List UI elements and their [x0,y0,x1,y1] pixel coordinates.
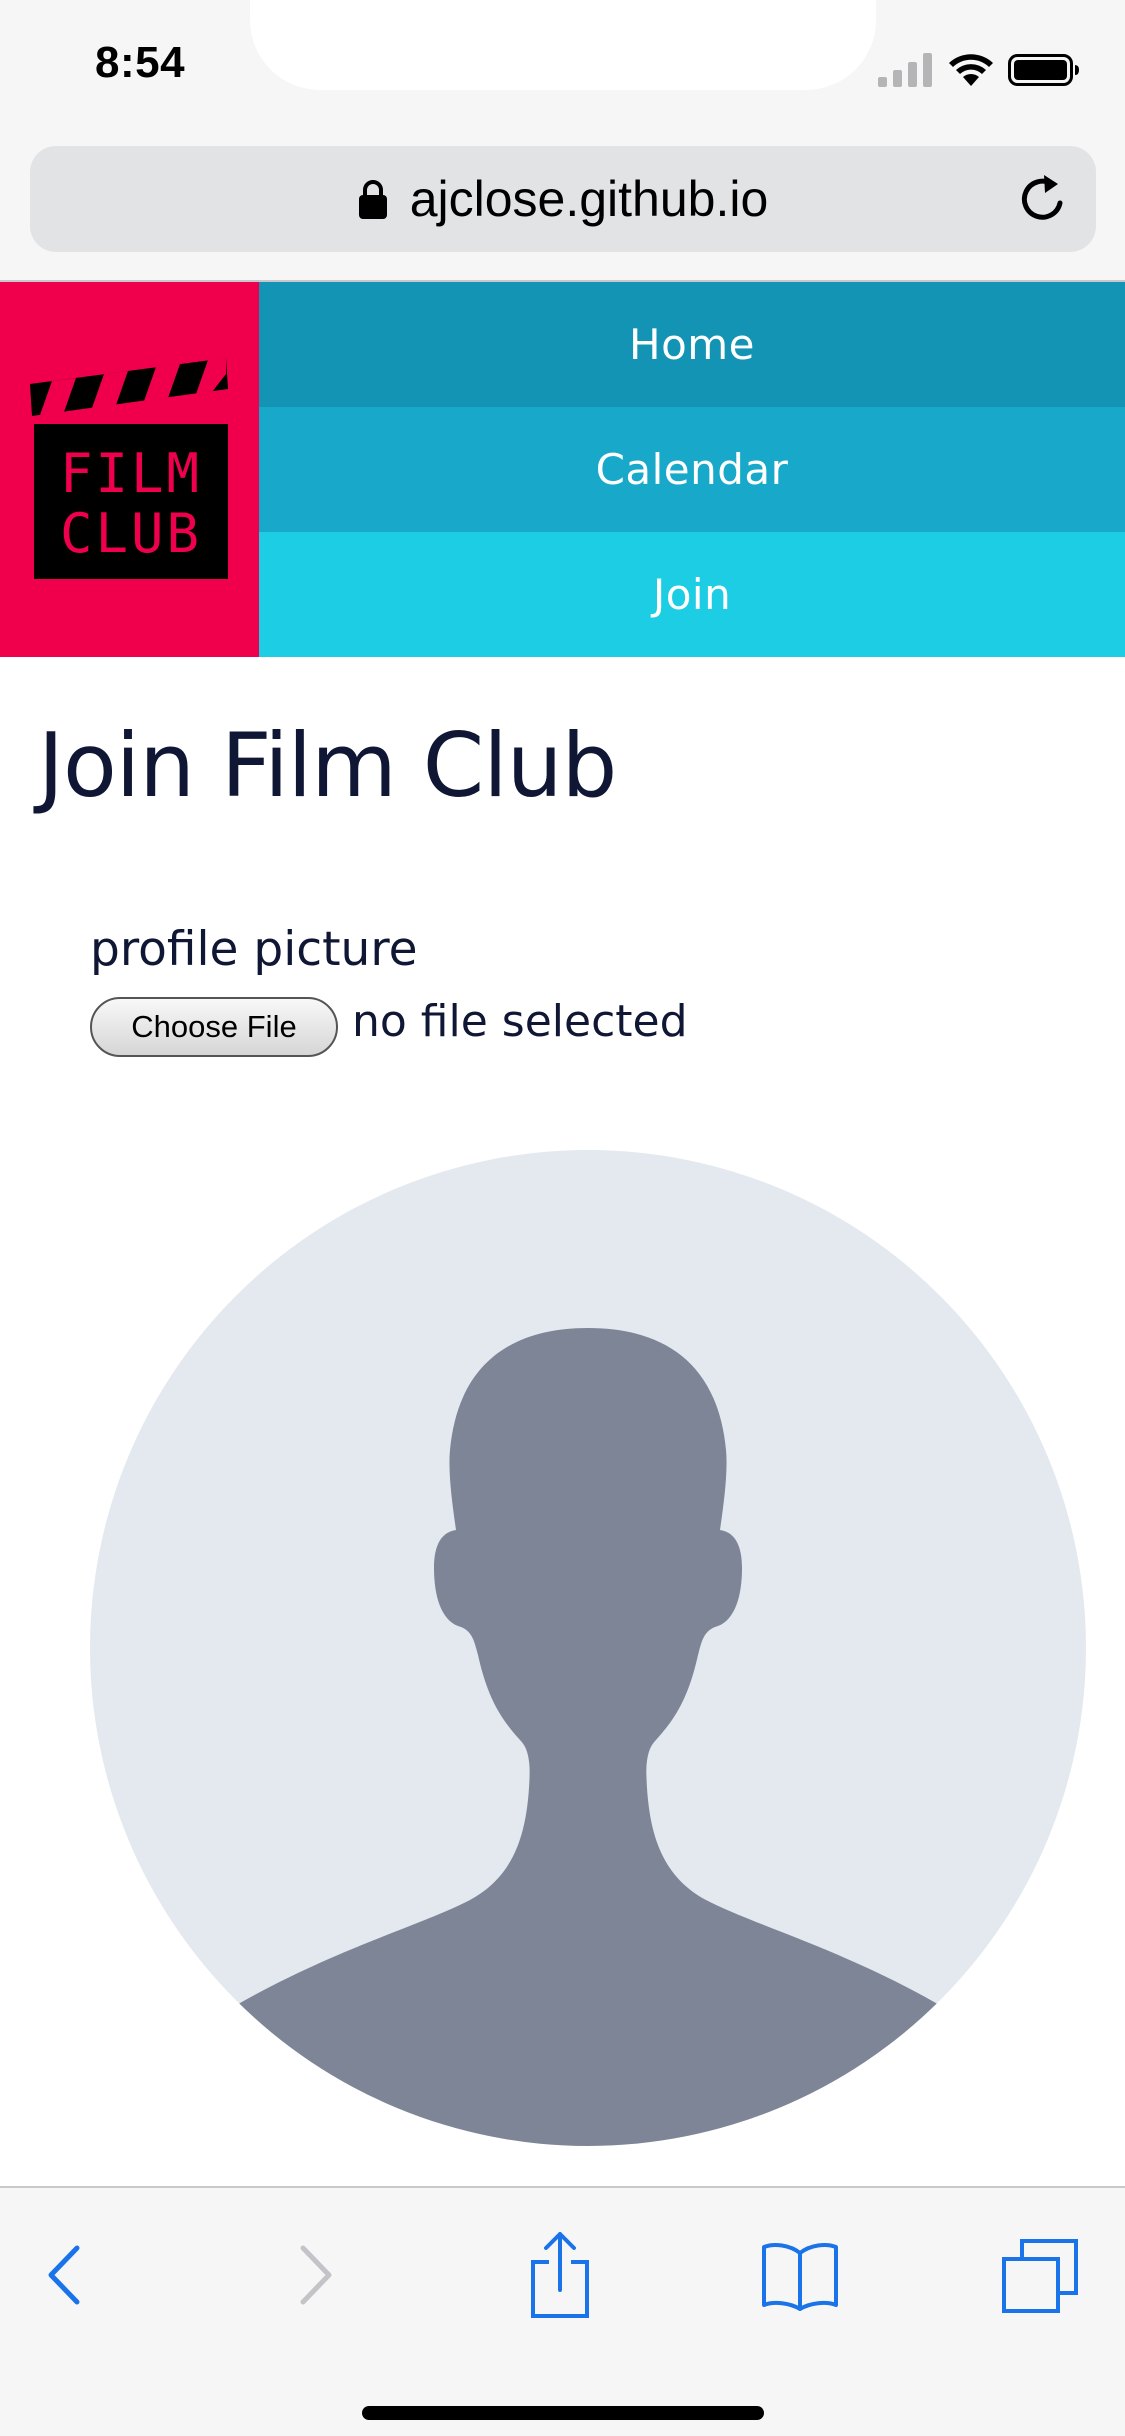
bookmarks-button[interactable] [755,2230,845,2320]
tabs-button[interactable] [995,2230,1085,2320]
lock-icon [358,180,387,219]
page-title: Join Film Club [38,714,617,817]
choose-file-button[interactable]: Choose File [90,997,338,1057]
share-icon [531,2232,589,2318]
browser-toolbar [0,2186,1125,2436]
bookmarks-icon [762,2243,838,2311]
home-indicator[interactable] [362,2406,764,2420]
logo-text-club: CLUB [60,502,202,565]
forward-button[interactable] [270,2230,360,2320]
nav-join[interactable]: Join [259,532,1125,657]
site-header: FILM CLUB Home Calendar Join [0,282,1125,657]
wifi-icon [949,54,993,86]
film-club-logo[interactable]: FILM CLUB [0,282,259,657]
phone-screen: 8:54 ajclose.github.io FILM CLUB Home Ca… [0,0,1125,2436]
cellular-signal-icon [878,53,932,87]
profile-picture-label: profile picture [90,922,418,977]
status-bar: 8:54 [0,0,1125,140]
nav-home[interactable]: Home [259,282,1125,407]
logo-text-film: FILM [60,442,202,505]
main-nav: Home Calendar Join [259,282,1125,657]
share-button[interactable] [515,2230,605,2320]
status-time: 8:54 [95,38,186,87]
reload-icon[interactable] [1014,171,1072,229]
default-avatar-icon[interactable] [90,1150,1086,2146]
url-bar[interactable]: ajclose.github.io [30,146,1096,252]
file-input-row: Choose File no file selected [90,995,688,1057]
url-display: ajclose.github.io [30,146,1096,252]
battery-icon [1008,54,1079,86]
web-page: FILM CLUB Home Calendar Join Join Film C… [0,282,1125,2186]
device-notch [250,0,876,90]
status-icons [878,48,1080,92]
back-button[interactable] [20,2230,110,2320]
file-status-text: no file selected [352,995,688,1047]
nav-calendar[interactable]: Calendar [259,407,1125,532]
forward-icon [300,2245,332,2305]
clapperboard-logo-icon: FILM CLUB [30,358,228,579]
back-icon [48,2245,80,2305]
tabs-icon [1002,2239,1078,2313]
url-text: ajclose.github.io [409,171,769,227]
